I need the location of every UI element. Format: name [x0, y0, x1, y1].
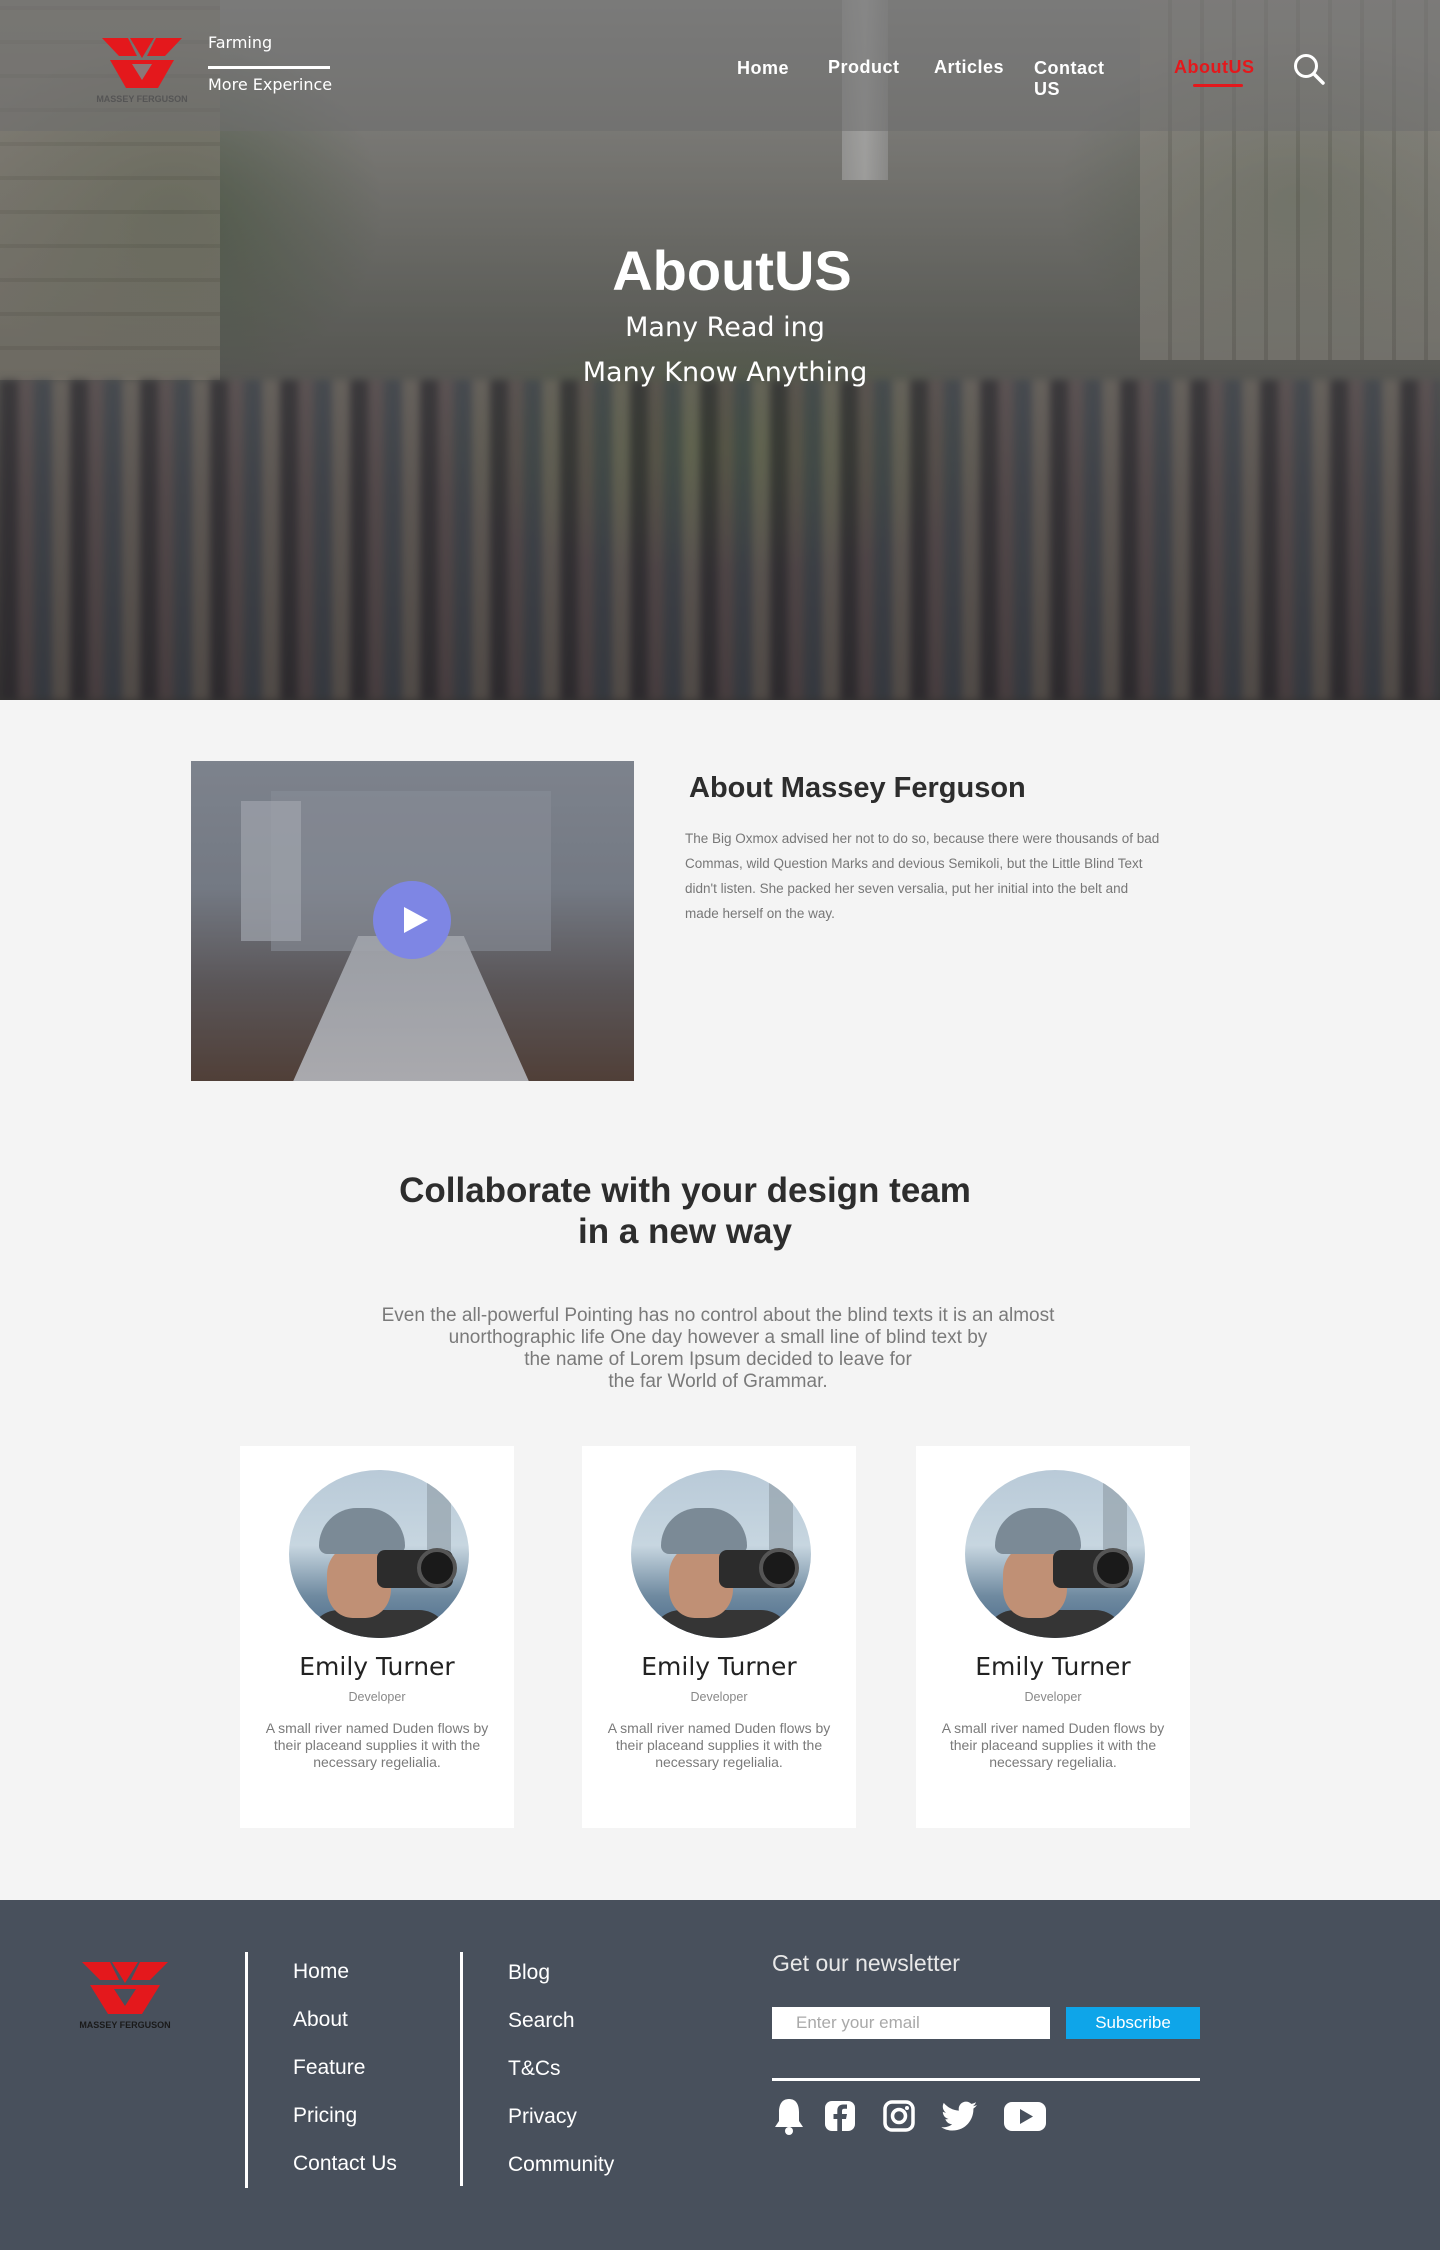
nav-contact-us[interactable]: Contact US	[1034, 58, 1105, 100]
newsletter-title: Get our newsletter	[772, 1950, 960, 1976]
footer-link-community[interactable]: Community	[508, 2153, 614, 2177]
search-icon[interactable]	[1292, 52, 1326, 86]
footer-link-pricing[interactable]: Pricing	[293, 2104, 357, 2128]
hero-banner: MASSEY FERGUSON Farming More Experince H…	[0, 0, 1440, 700]
team-member-desc: A small river named Duden flows by their…	[941, 1720, 1165, 1770]
about-text: The Big Oxmox advised her not to do so, …	[685, 831, 1160, 921]
team-member-name: Emily Turner	[299, 1652, 455, 1681]
team-card: Emily Turner Developer A small river nam…	[582, 1446, 856, 1828]
tagline-bottom: More Experince	[208, 75, 333, 94]
team-member-name: Emily Turner	[641, 1652, 797, 1681]
footer: MASSEY FERGUSON Home About Feature Prici…	[0, 1900, 1440, 2250]
team-member-role: Developer	[348, 1690, 406, 1704]
nav-articles[interactable]: Articles	[934, 57, 1004, 78]
team-member-name: Emily Turner	[975, 1652, 1131, 1681]
team-card: Emily Turner Developer A small river nam…	[916, 1446, 1190, 1828]
collab-title-line-2: in a new way	[578, 1212, 792, 1251]
newsletter-divider	[772, 2078, 1200, 2081]
svg-text:MASSEY FERGUSON: MASSEY FERGUSON	[96, 94, 187, 104]
footer-divider-2	[460, 1952, 463, 2186]
facebook-icon[interactable]	[823, 2096, 857, 2136]
footer-link-privacy[interactable]: Privacy	[508, 2105, 577, 2129]
subscribe-button[interactable]: Subscribe	[1066, 2007, 1200, 2039]
collab-text-line-4: the far World of Grammar.	[608, 1371, 828, 1392]
hero-subtitle-2: Many Know Anything	[582, 357, 868, 388]
footer-divider-1	[245, 1952, 248, 2188]
footer-link-about[interactable]: About	[293, 2008, 348, 2032]
team-member-desc: A small river named Duden flows by their…	[607, 1720, 831, 1770]
collab-text-line-1: Even the all-powerful Pointing has no co…	[381, 1305, 1055, 1326]
newsletter-email-input[interactable]	[772, 2007, 1050, 2039]
play-button[interactable]	[373, 881, 451, 959]
footer-link-contact-us[interactable]: Contact Us	[293, 2152, 397, 2176]
team-member-role: Developer	[690, 1690, 748, 1704]
brand-tagline: Farming More Experince	[208, 32, 332, 94]
team-member-desc: A small river named Duden flows by their…	[265, 1720, 489, 1770]
hero-title: AboutUS	[612, 239, 852, 302]
avatar	[631, 1470, 811, 1638]
instagram-icon[interactable]	[882, 2096, 916, 2136]
play-icon	[404, 907, 428, 933]
about-title: About Massey Ferguson	[689, 772, 1026, 804]
team-member-role: Developer	[1024, 1690, 1082, 1704]
collab-text-line-2: unorthographic life One day however a sm…	[448, 1327, 988, 1348]
top-navbar: MASSEY FERGUSON Farming More Experince H…	[0, 0, 1440, 131]
footer-link-blog[interactable]: Blog	[508, 1961, 550, 1985]
team-card: Emily Turner Developer A small river nam…	[240, 1446, 514, 1828]
footer-link-tcs[interactable]: T&Cs	[508, 2057, 561, 2081]
nav-about-us[interactable]: AboutUS	[1174, 57, 1254, 78]
bell-icon[interactable]	[772, 2096, 806, 2136]
footer-link-home[interactable]: Home	[293, 1960, 349, 1984]
nav-product[interactable]: Product	[828, 57, 900, 78]
collab-text-line-3: the name of Lorem Ipsum decided to leave…	[524, 1349, 912, 1370]
nav-home[interactable]: Home	[737, 58, 789, 79]
footer-link-feature[interactable]: Feature	[293, 2056, 365, 2080]
svg-text:MASSEY FERGUSON: MASSEY FERGUSON	[79, 2020, 170, 2030]
avatar	[289, 1470, 469, 1638]
hero-subtitle-1: Many Read ing	[625, 312, 825, 343]
footer-logo[interactable]: MASSEY FERGUSON	[72, 1956, 178, 2032]
collab-title: Collaborate with your design team in a n…	[0, 1170, 1370, 1252]
youtube-icon[interactable]	[1002, 2096, 1048, 2136]
tagline-top: Farming	[208, 33, 273, 52]
active-nav-underline	[1193, 84, 1243, 87]
collab-title-line-1: Collaborate with your design team	[399, 1171, 971, 1210]
avatar	[965, 1470, 1145, 1638]
twitter-icon[interactable]	[940, 2096, 980, 2136]
tagline-divider	[208, 66, 330, 69]
footer-link-search[interactable]: Search	[508, 2009, 575, 2033]
about-video[interactable]	[191, 761, 634, 1081]
brand-logo[interactable]: MASSEY FERGUSON	[92, 34, 192, 106]
collab-text: Even the all-powerful Pointing has no co…	[0, 1305, 1436, 1393]
